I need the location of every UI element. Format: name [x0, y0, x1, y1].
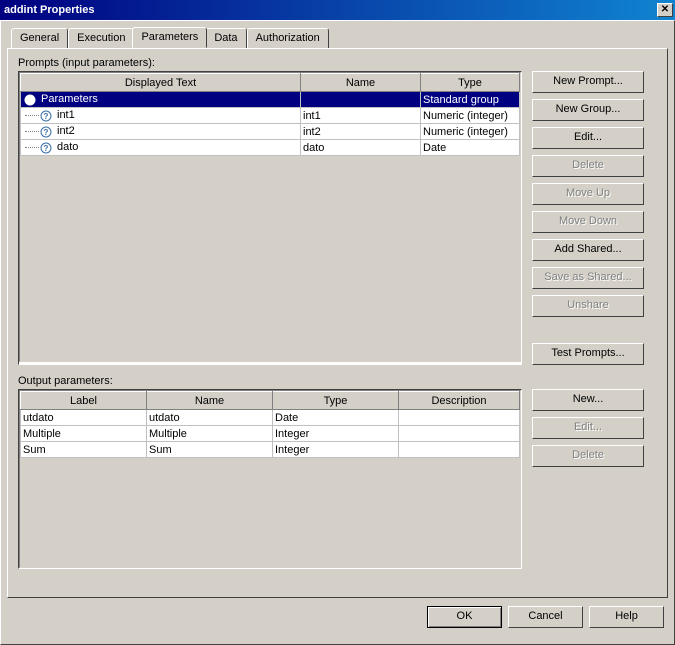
cell-displayed: int2 — [57, 125, 75, 137]
cell-type: Date — [423, 142, 446, 154]
output-delete-button: Delete — [532, 445, 644, 467]
output-new-button[interactable]: New... — [532, 389, 644, 411]
new-prompt-button[interactable]: New Prompt... — [532, 71, 644, 93]
ok-button[interactable]: OK — [427, 606, 502, 628]
cell-label: Sum — [23, 444, 46, 456]
cell-type: Standard group — [423, 94, 499, 106]
cell-label: utdato — [23, 412, 54, 424]
prompt-icon: ? — [39, 142, 53, 154]
cell-type: Date — [275, 412, 298, 424]
output-table: Label Name Type Description utdatoutdato… — [20, 391, 520, 458]
title-bar: addint Properties ✕ — [0, 0, 675, 20]
delete-button: Delete — [532, 155, 644, 177]
col-type[interactable]: Type — [421, 74, 520, 92]
help-button[interactable]: Help — [589, 606, 664, 628]
cell-name: int2 — [303, 126, 321, 138]
prompts-label: Prompts (input parameters): — [18, 57, 657, 69]
output-header-row: Label Name Type Description — [21, 392, 520, 410]
cell-name: int1 — [303, 110, 321, 122]
table-row[interactable]: Multiple Multiple Integer — [21, 426, 520, 442]
col-displayed-text[interactable]: Displayed Text — [21, 74, 301, 92]
tab-strip: General Execution Parameters Data Author… — [11, 27, 668, 48]
svg-text:?: ? — [44, 128, 49, 137]
cell-name: utdato — [149, 412, 180, 424]
cancel-button[interactable]: Cancel — [508, 606, 583, 628]
cell-type: Integer — [275, 428, 309, 440]
new-group-button[interactable]: New Group... — [532, 99, 644, 121]
table-row[interactable]: utdato utdato Date — [21, 410, 520, 426]
output-listbox[interactable]: Label Name Type Description utdatoutdato… — [18, 389, 522, 569]
prompts-buttons: New Prompt... New Group... Edit... Delete Mo… — [532, 71, 644, 365]
svg-text:?: ? — [44, 144, 49, 153]
cell-displayed: dato — [57, 141, 78, 153]
table-row[interactable]: Sum Sum Integer — [21, 442, 520, 458]
col-name[interactable]: Name — [301, 74, 421, 92]
window-title: addint Properties — [4, 4, 94, 16]
add-shared-button[interactable]: Add Shared... — [532, 239, 644, 261]
table-row[interactable]: ? dato dato Date — [21, 140, 520, 156]
output-edit-button: Edit... — [532, 417, 644, 439]
save-as-shared-button: Save as Shared... — [532, 267, 644, 289]
cell-name: Multiple — [149, 428, 187, 440]
close-button[interactable]: ✕ — [657, 3, 673, 17]
tab-parameters[interactable]: Parameters — [132, 27, 207, 48]
col-out-type[interactable]: Type — [273, 392, 399, 410]
cell-type: Numeric (integer) — [423, 126, 508, 138]
prompts-listbox[interactable]: Displayed Text Name Type Parameters Stand… — [18, 71, 522, 365]
output-buttons: New... Edit... Delete — [532, 389, 644, 569]
prompt-icon: ? — [39, 126, 53, 138]
table-row[interactable]: Parameters Standard group — [21, 92, 520, 108]
table-row[interactable]: ? int2 int2 Numeric (integer) — [21, 124, 520, 140]
unshare-button: Unshare — [532, 295, 644, 317]
cell-name: Sum — [149, 444, 172, 456]
tab-authorization[interactable]: Authorization — [247, 28, 329, 49]
table-row[interactable]: ? int1 int1 Numeric (integer) — [21, 108, 520, 124]
tab-panel-parameters: Prompts (input parameters): Displayed Te… — [7, 48, 668, 598]
prompts-table: Displayed Text Name Type Parameters Stand… — [20, 73, 520, 156]
output-label: Output parameters: — [18, 375, 657, 387]
col-out-label[interactable]: Label — [21, 392, 147, 410]
dialog-buttons: OK Cancel Help — [7, 606, 668, 628]
cell-displayed: int1 — [57, 109, 75, 121]
prompts-header-row: Displayed Text Name Type — [21, 74, 520, 92]
svg-text:?: ? — [44, 112, 49, 121]
tab-general[interactable]: General — [11, 28, 68, 49]
cell-label: Multiple — [23, 428, 61, 440]
prompt-icon: ? — [39, 110, 53, 122]
tab-data[interactable]: Data — [205, 28, 246, 49]
tab-execution[interactable]: Execution — [68, 28, 134, 49]
edit-button[interactable]: Edit... — [532, 127, 644, 149]
dialog-body: General Execution Parameters Data Author… — [0, 20, 675, 645]
move-up-button: Move Up — [532, 183, 644, 205]
group-icon — [23, 94, 37, 106]
cell-displayed: Parameters — [41, 93, 98, 105]
col-out-name[interactable]: Name — [147, 392, 273, 410]
cell-name: dato — [303, 142, 324, 154]
col-out-description[interactable]: Description — [399, 392, 520, 410]
test-prompts-button[interactable]: Test Prompts... — [532, 343, 644, 365]
cell-type: Integer — [275, 444, 309, 456]
move-down-button: Move Down — [532, 211, 644, 233]
cell-type: Numeric (integer) — [423, 110, 508, 122]
